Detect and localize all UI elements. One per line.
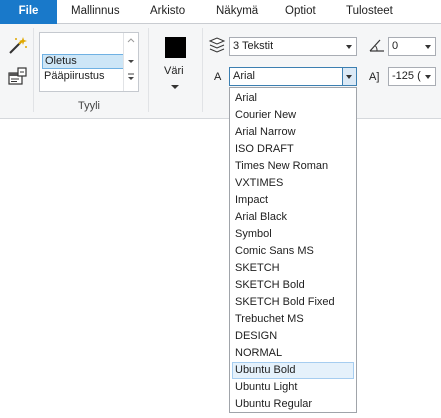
tab-nakyma[interactable]: Näkymä bbox=[216, 0, 258, 24]
font-option[interactable]: ISO DRAFT bbox=[232, 141, 354, 158]
style-item-oletus[interactable]: Oletus bbox=[42, 54, 124, 69]
font-option[interactable]: Symbol bbox=[232, 226, 354, 243]
tab-arkisto[interactable]: Arkisto bbox=[150, 0, 185, 24]
separator bbox=[202, 28, 203, 112]
tab-tulosteet[interactable]: Tulosteet bbox=[346, 0, 393, 24]
font-option[interactable]: Times New Roman bbox=[232, 158, 354, 175]
magic-wand-icon[interactable] bbox=[7, 36, 29, 56]
size-prefix-label: A] bbox=[369, 71, 380, 83]
font-option[interactable]: SKETCH bbox=[232, 260, 354, 277]
font-option[interactable]: Courier New bbox=[232, 107, 354, 124]
font-option[interactable]: Trebuchet MS bbox=[232, 311, 354, 328]
angle-combo[interactable]: 0 bbox=[388, 37, 436, 56]
tab-file[interactable]: File bbox=[0, 0, 57, 24]
chevron-down-icon[interactable] bbox=[342, 68, 356, 85]
separator bbox=[148, 28, 149, 112]
font-option[interactable]: Ubuntu Light bbox=[232, 379, 354, 396]
font-option[interactable]: SKETCH Bold Fixed bbox=[232, 294, 354, 311]
font-option[interactable]: Arial Narrow bbox=[232, 124, 354, 141]
tab-mallinnus[interactable]: Mallinnus bbox=[71, 0, 120, 24]
ribbon-tab-bar: File Mallinnus Arkisto Näkymä Optiot Tul… bbox=[0, 0, 441, 24]
font-option-highlighted[interactable]: Ubuntu Bold bbox=[232, 362, 354, 379]
tab-optiot[interactable]: Optiot bbox=[285, 0, 316, 24]
chevron-down-icon[interactable] bbox=[422, 68, 435, 85]
font-option[interactable]: Impact bbox=[232, 192, 354, 209]
layers-icon bbox=[208, 37, 226, 56]
color-label[interactable]: Väri bbox=[164, 65, 184, 77]
font-option[interactable]: Ubuntu Regular bbox=[232, 396, 354, 413]
font-option[interactable]: Arial Black bbox=[232, 209, 354, 226]
font-combo[interactable]: Arial bbox=[229, 67, 357, 86]
font-option[interactable]: Comic Sans MS bbox=[232, 243, 354, 260]
group-label-tyyli: Tyyli bbox=[78, 100, 100, 112]
text-style-value: 3 Tekstit bbox=[233, 40, 274, 52]
style-item-paapiirustus[interactable]: Pääpiirustus bbox=[42, 69, 124, 84]
font-dropdown-list[interactable]: Arial Courier New Arial Narrow ISO DRAFT… bbox=[229, 87, 357, 413]
text-style-combo[interactable]: 3 Tekstit bbox=[229, 37, 357, 56]
font-option[interactable]: SKETCH Bold bbox=[232, 277, 354, 294]
separator bbox=[33, 28, 34, 112]
properties-icon[interactable] bbox=[7, 67, 29, 87]
color-dropdown-chevron-down-icon[interactable] bbox=[171, 81, 179, 93]
color-swatch[interactable] bbox=[165, 37, 186, 58]
angle-value: 0 bbox=[392, 40, 399, 52]
style-list[interactable]: Oletus Pääpiirustus bbox=[39, 32, 139, 92]
font-option[interactable]: Arial bbox=[232, 90, 354, 107]
font-option[interactable]: VXTIMES bbox=[232, 175, 354, 192]
size-value: -125 ( bbox=[392, 70, 421, 82]
font-prefix-label: A bbox=[214, 71, 222, 83]
font-option[interactable]: NORMAL bbox=[232, 345, 354, 362]
size-combo[interactable]: -125 ( bbox=[388, 67, 436, 86]
style-list-scroll[interactable] bbox=[123, 33, 138, 91]
font-value: Arial bbox=[233, 70, 256, 82]
chevron-down-icon[interactable] bbox=[422, 38, 435, 55]
text-angle-icon bbox=[368, 37, 386, 56]
font-option[interactable]: DESIGN bbox=[232, 328, 354, 345]
chevron-down-icon[interactable] bbox=[343, 38, 356, 55]
drawing-canvas[interactable] bbox=[0, 120, 441, 418]
ribbon-panel: Oletus Pääpiirustus Tyyli Väri 3 Tekstit… bbox=[0, 24, 441, 119]
